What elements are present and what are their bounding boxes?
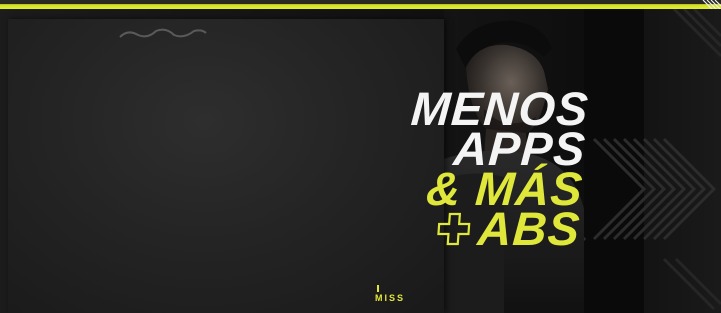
headline-line-4-row: ABS	[401, 202, 582, 255]
promo-banner: MENOS APPS & MÁS ABS MISS	[0, 0, 721, 313]
top-dark-edge	[0, 0, 721, 4]
plus-outline-icon	[437, 212, 471, 246]
brand-bar	[377, 285, 379, 292]
brand-mark: MISS	[375, 285, 405, 303]
scribble-decoration	[119, 28, 207, 38]
headline: MENOS APPS & MÁS ABS	[401, 82, 590, 255]
text-panel	[8, 19, 444, 313]
brand-text: MISS	[375, 293, 406, 303]
headline-line-4: ABS	[475, 202, 582, 255]
